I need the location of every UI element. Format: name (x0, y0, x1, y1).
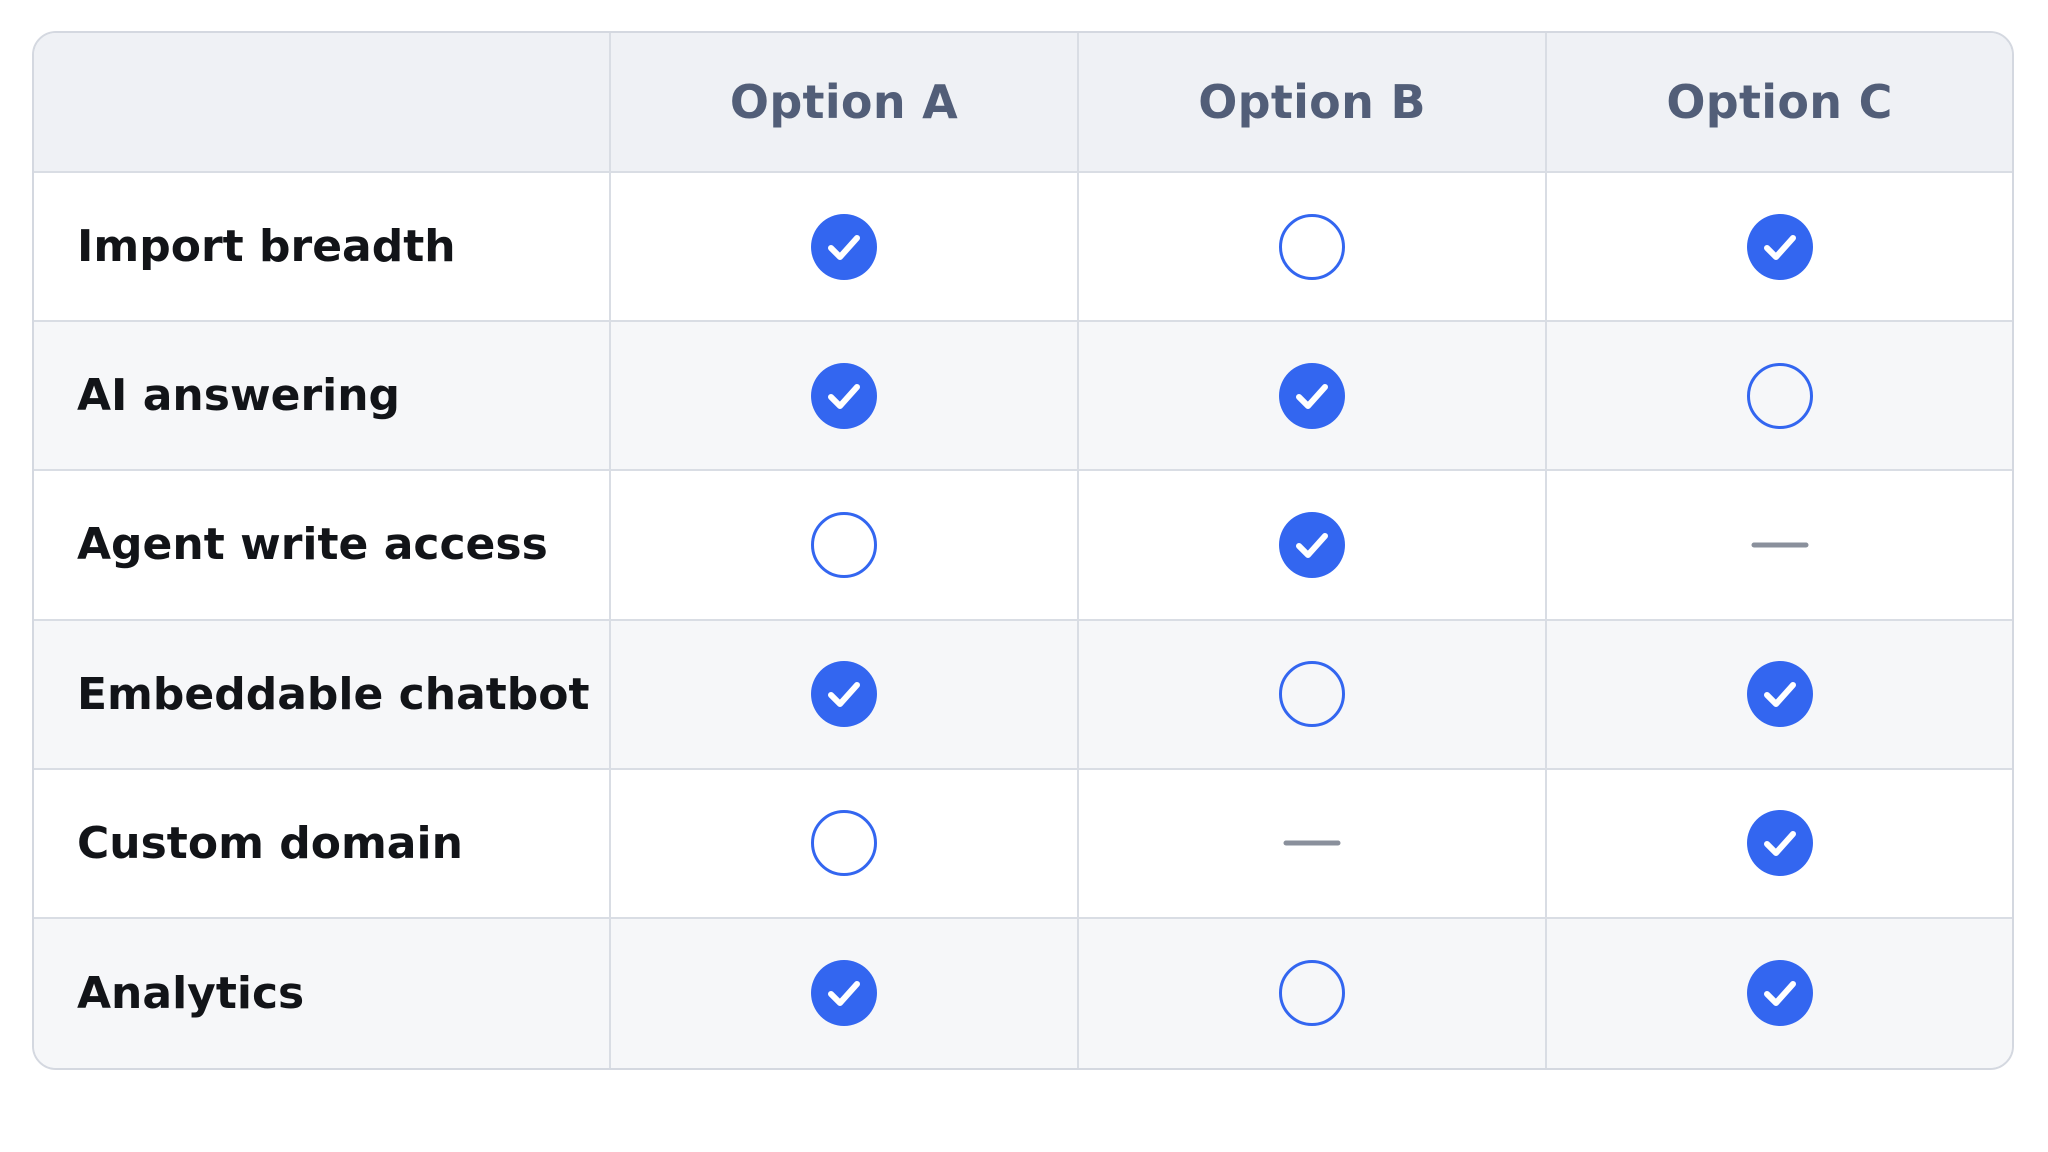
empty-circle-icon (811, 511, 877, 578)
status-cell (611, 769, 1079, 919)
dash-icon (1751, 542, 1808, 548)
column-header-label: Option B (1198, 75, 1426, 129)
empty-circle-icon (1279, 661, 1345, 728)
feature-label: Embeddable chatbot (77, 668, 590, 720)
check-circle-icon (1746, 960, 1813, 1027)
feature-cell: AI answering (34, 322, 611, 472)
status-cell (1547, 471, 2012, 621)
feature-label: Agent write access (77, 519, 548, 571)
status-cell (1547, 173, 2012, 323)
status-cell (1079, 769, 1547, 919)
empty-circle-icon (1279, 213, 1345, 280)
feature-cell: Custom domain (34, 769, 611, 919)
empty-circle-icon (811, 810, 877, 877)
feature-label: Custom domain (77, 817, 463, 869)
feature-label: Import breadth (77, 221, 456, 273)
header-corner-cell (34, 33, 611, 173)
status-cell (1079, 471, 1547, 621)
status-cell (611, 918, 1079, 1068)
empty-circle-icon (1746, 362, 1813, 429)
check-circle-icon (1746, 810, 1813, 877)
check-circle-icon (1279, 362, 1345, 429)
feature-cell: Embeddable chatbot (34, 620, 611, 770)
feature-label: AI answering (77, 370, 401, 422)
feature-cell: Analytics (34, 918, 611, 1068)
feature-cell: Agent write access (34, 471, 611, 621)
status-cell (1079, 918, 1547, 1068)
status-cell (1079, 173, 1547, 323)
check-circle-icon (811, 213, 877, 280)
check-circle-icon (1279, 511, 1345, 578)
status-cell (611, 173, 1079, 323)
status-cell (1547, 322, 2012, 472)
check-circle-icon (811, 661, 877, 728)
empty-circle-icon (1279, 960, 1345, 1027)
status-cell (1079, 322, 1547, 472)
status-cell (1547, 918, 2012, 1068)
comparison-table: Option A Option B Option C Import breadt… (32, 31, 2014, 1070)
check-circle-icon (1746, 661, 1813, 728)
status-cell (1547, 769, 2012, 919)
status-cell (611, 620, 1079, 770)
status-cell (611, 471, 1079, 621)
status-cell (1079, 620, 1547, 770)
check-circle-icon (811, 362, 877, 429)
column-header-label: Option A (729, 75, 959, 129)
header-option-c: Option C (1547, 33, 2012, 173)
status-cell (611, 322, 1079, 472)
check-circle-icon (1746, 213, 1813, 280)
feature-label: Analytics (77, 967, 305, 1019)
header-option-b: Option B (1079, 33, 1547, 173)
dash-icon (1283, 840, 1341, 846)
check-circle-icon (811, 960, 877, 1027)
feature-cell: Import breadth (34, 173, 611, 323)
status-cell (1547, 620, 2012, 770)
column-header-label: Option C (1666, 75, 1893, 129)
header-option-a: Option A (611, 33, 1079, 173)
